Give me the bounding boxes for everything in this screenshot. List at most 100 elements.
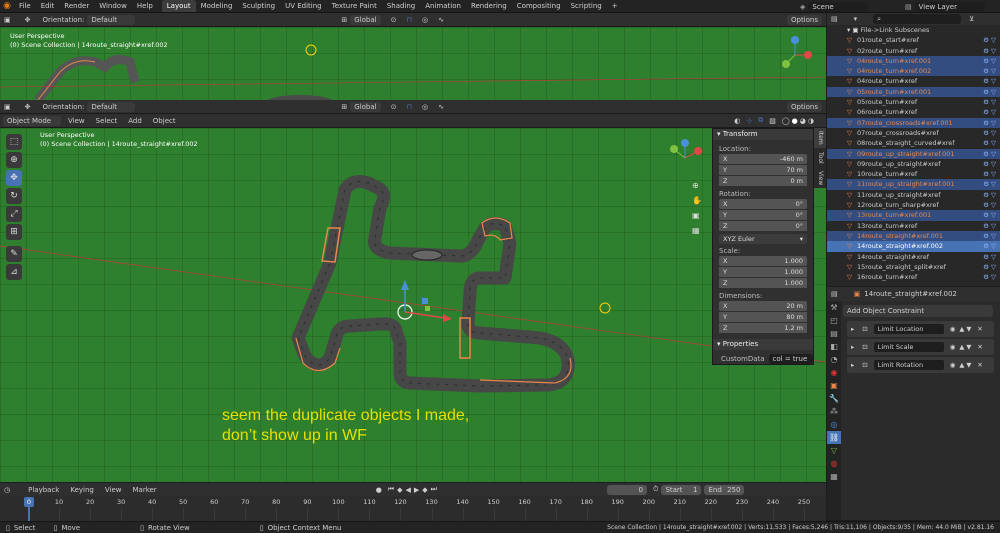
proportional-edit-icon-2[interactable]: ◎ (422, 103, 428, 111)
menu-file[interactable]: File (14, 0, 36, 12)
blender-logo-icon[interactable]: ◉ (0, 1, 14, 11)
move-up-icon[interactable]: ▲ (959, 343, 964, 351)
tool-tab-icon[interactable]: ⚒ (827, 301, 841, 314)
playhead[interactable]: 0 (24, 497, 34, 507)
scale-x-field[interactable]: X 1.000 (719, 256, 807, 266)
eye-icon[interactable]: ◉ (950, 343, 956, 351)
transform-pivot-icon[interactable]: ✥ (25, 16, 31, 24)
outliner-item[interactable]: ▽ 10route_turn#xref ⚙ ▽ (827, 169, 1000, 179)
snap-icon-2[interactable]: ⊙ (391, 103, 397, 111)
outliner-item[interactable]: ▽ 09route_up_straight#xref ⚙ ▽ (827, 159, 1000, 169)
object-tab-icon[interactable]: ▣ (827, 379, 841, 392)
location-x-field[interactable]: X -460 m (719, 154, 807, 164)
orientation-dropdown[interactable]: Default (87, 14, 136, 25)
outliner-item[interactable]: ▽ 07route_crossroads#xref.001 ⚙ ▽ (827, 117, 1000, 128)
constraint-limit-location[interactable]: ▸ ⊡ Limit Location ◉ ▲ ▼ ✕ (847, 321, 994, 337)
properties-type-icon[interactable]: ▤ (831, 290, 838, 298)
scale-z-field[interactable]: Z 1.000 (719, 278, 807, 288)
rotate-tool-icon[interactable]: ↻ (6, 188, 22, 204)
camera-view-icon[interactable]: ▣ (692, 208, 702, 223)
falloff-icon-2[interactable]: ∿ (438, 103, 444, 111)
close-icon[interactable]: ✕ (977, 361, 982, 369)
scene-tab-icon[interactable]: ◔ (827, 353, 841, 366)
navigation-gizmo-main[interactable] (665, 138, 705, 178)
location-y-field[interactable]: Y 70 m (719, 165, 807, 175)
outliner-item[interactable]: ▽ 05route_turn#xref ⚙ ▽ (827, 97, 1000, 107)
close-icon[interactable]: ✕ (977, 343, 982, 351)
outliner-item[interactable]: ▽ 14route_straight#xref ⚙ ▽ (827, 252, 1000, 262)
custom-property-value[interactable]: col = true (768, 354, 813, 364)
outliner-item[interactable]: ▽ 12route_turn_sharp#xref ⚙ ▽ (827, 200, 1000, 210)
tab-uv-editing[interactable]: UV Editing (280, 0, 327, 12)
tab-sculpting[interactable]: Sculpting (237, 0, 280, 12)
tab-compositing[interactable]: Compositing (512, 0, 566, 12)
options-dropdown-2[interactable]: Options (786, 102, 822, 112)
magnet-icon-2[interactable]: ⊓ (406, 103, 411, 111)
outliner-item[interactable]: ▽ 14route_straight#xref.002 ⚙ ▽ (827, 241, 1000, 252)
play-icon[interactable]: ▶ (414, 486, 419, 494)
rendered-shading-icon[interactable]: ◑ (808, 117, 814, 125)
move-up-icon[interactable]: ▲ (959, 361, 964, 369)
timeline-menu-playback[interactable]: Playback (24, 485, 63, 495)
tab-shading[interactable]: Shading (382, 0, 420, 12)
transform-section-header[interactable]: ▾ Transform (713, 129, 813, 140)
transform-tool-icon[interactable]: ⊞ (6, 224, 22, 240)
outliner-item[interactable]: ▽ 14route_straight#xref.001 ⚙ ▽ (827, 230, 1000, 242)
outliner-item[interactable]: ▽ 04route_turn#xref ⚙ ▽ (827, 76, 1000, 86)
expand-icon[interactable]: ▸ (851, 343, 854, 351)
location-z-field[interactable]: Z 0 m (719, 176, 807, 186)
menu-select[interactable]: Select (92, 116, 122, 126)
cursor-icon[interactable]: ⊕ (6, 152, 22, 168)
eye-icon[interactable]: ◉ (950, 361, 956, 369)
transform-space-dropdown-2[interactable]: Global (350, 101, 381, 112)
filter-icon[interactable]: ▾ (854, 15, 858, 23)
tab-view[interactable]: View (814, 168, 826, 188)
select-box-icon[interactable]: ⬚ (6, 134, 22, 150)
visibility-icon[interactable]: ◐ (734, 117, 740, 125)
outliner-item[interactable]: ▽ 06route_turn#xref ⚙ ▽ (827, 107, 1000, 117)
close-icon[interactable]: ✕ (977, 325, 982, 333)
modifier-tab-icon[interactable]: 🔧 (827, 392, 841, 405)
rotation-z-field[interactable]: Z 0° (719, 221, 807, 231)
menu-window[interactable]: Window (94, 0, 132, 12)
orientation-dropdown-2[interactable]: Default (87, 101, 136, 112)
snap-icon[interactable]: ⊙ (391, 16, 397, 24)
expand-icon[interactable]: ▸ (851, 325, 854, 333)
timeline-ruler[interactable]: 0 10 20 30 40 50 60 70 80 90 100 110 120 130 140 150 160… (0, 496, 826, 521)
view-layer-tab-icon[interactable]: ◧ (827, 340, 841, 353)
constraint-limit-rotation[interactable]: ▸ ⊡ Limit Rotation ◉ ▲ ▼ ✕ (847, 357, 994, 373)
next-keyframe-icon[interactable]: ◆ (422, 486, 427, 494)
outliner-item[interactable]: ▽ 11route_up_straight#xref.001 ⚙ ▽ (827, 179, 1000, 190)
outliner-item[interactable]: ▽ 11route_up_straight#xref ⚙ ▽ (827, 190, 1000, 200)
particles-tab-icon[interactable]: ⁂ (827, 405, 841, 418)
tab-layout[interactable]: Layout (161, 0, 196, 12)
constraint-limit-scale[interactable]: ▸ ⊡ Limit Scale ◉ ▲ ▼ ✕ (847, 339, 994, 355)
add-workspace-button[interactable]: + (607, 0, 623, 12)
dimensions-y-field[interactable]: Y 80 m (719, 312, 807, 322)
outliner-item[interactable]: ▽ 01route_start#xref ⚙ ▽ (827, 35, 1000, 45)
rotation-y-field[interactable]: Y 0° (719, 210, 807, 220)
constraint-name-location[interactable]: Limit Location (873, 324, 944, 334)
constraint-tab-icon[interactable]: ⛓ (827, 431, 841, 444)
editor-type-icon-2[interactable]: ▣ (4, 103, 11, 111)
menu-help[interactable]: Help (132, 0, 158, 12)
options-dropdown[interactable]: Options (786, 15, 822, 25)
output-tab-icon[interactable]: ▤ (827, 327, 841, 340)
scene-selector[interactable]: ◈ Scene (800, 1, 869, 12)
move-tool-icon[interactable]: ✥ (6, 170, 22, 186)
outliner-type-icon[interactable]: ▤ (831, 15, 838, 23)
gizmo-toggle-icon[interactable]: ⊹ (746, 117, 752, 125)
menu-object[interactable]: Object (149, 116, 180, 126)
zoom-icon[interactable]: ⊕ (692, 178, 702, 193)
properties-section-header[interactable]: ▾ Properties (713, 339, 813, 350)
solid-shading-icon[interactable]: ● (792, 117, 798, 125)
magnet-icon[interactable]: ⊓ (406, 16, 411, 24)
record-icon[interactable]: ● (376, 486, 382, 494)
outliner-item[interactable]: ▽ 02route_turn#xref ⚙ ▽ (827, 46, 1000, 56)
menu-add[interactable]: Add (124, 116, 146, 126)
move-down-icon[interactable]: ▼ (966, 325, 971, 333)
outliner-filter-icon[interactable]: ⊻ (969, 15, 974, 23)
outliner-item[interactable]: ▽ 13route_turn#xref.001 ⚙ ▽ (827, 210, 1000, 221)
tab-rendering[interactable]: Rendering (466, 0, 512, 12)
world-tab-icon[interactable]: ◉ (827, 366, 841, 379)
